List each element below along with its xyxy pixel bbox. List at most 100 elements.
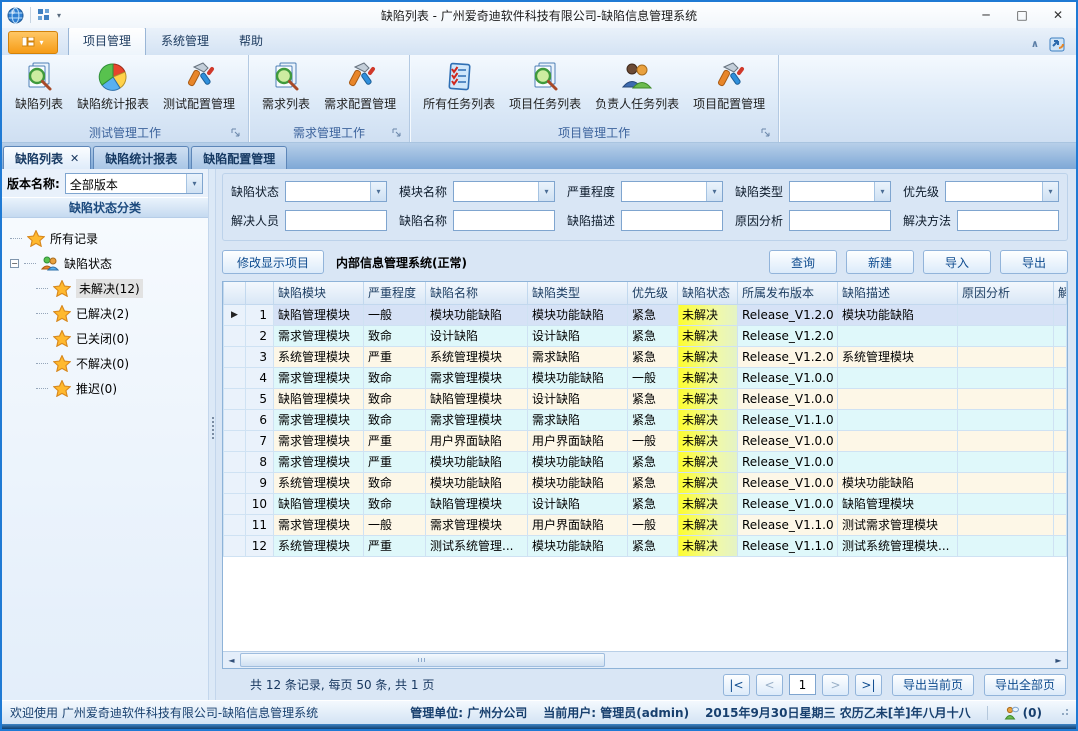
qat-dropdown-icon[interactable]: ▾ (57, 11, 61, 20)
filter-input[interactable] (789, 210, 891, 231)
maximize-button[interactable]: □ (1004, 3, 1040, 27)
expander-minus-icon[interactable]: − (10, 259, 19, 268)
dialog-launcher-icon[interactable] (392, 128, 402, 138)
filter-combo[interactable]: ▾ (453, 181, 555, 202)
table-row[interactable]: 3系统管理模块严重系统管理模块需求缺陷紧急未解决Release_V1.2.0系统… (224, 346, 1067, 367)
modify-columns-button[interactable]: 修改显示项目 (222, 250, 324, 274)
tree-item[interactable]: 所有记录 (10, 226, 208, 251)
chevron-down-icon[interactable]: ▾ (370, 182, 386, 201)
table-row[interactable]: 8需求管理模块严重模块功能缺陷模块功能缺陷紧急未解决Release_V1.0.0 (224, 451, 1067, 472)
table-row[interactable]: 12系统管理模块严重测试系统管理...模块功能缺陷紧急未解决Release_V1… (224, 535, 1067, 556)
tab-close-icon[interactable]: ✕ (70, 152, 79, 165)
defect-grid: 缺陷模块严重程度缺陷名称缺陷类型优先级缺陷状态所属发布版本缺陷描述原因分析解决▶… (222, 281, 1068, 669)
resize-grip[interactable] (1060, 709, 1068, 717)
table-row[interactable]: 7需求管理模块严重用户界面缺陷用户界面缺陷一般未解决Release_V1.0.0 (224, 430, 1067, 451)
filter-input[interactable] (621, 210, 723, 231)
next-page-button[interactable]: > (822, 674, 849, 696)
application-menu-button[interactable]: ▾ (8, 31, 58, 54)
table-row[interactable]: ▶1缺陷管理模块一般模块功能缺陷模块功能缺陷紧急未解决Release_V1.2.… (224, 304, 1067, 325)
row-number-cell: 1 (246, 304, 274, 325)
last-page-button[interactable]: >| (855, 674, 882, 696)
tree-item[interactable]: 已关闭(0) (36, 326, 208, 351)
export-button[interactable]: 导出 (1000, 250, 1068, 274)
filter-combo[interactable]: ▾ (285, 181, 387, 202)
ribbon-button[interactable]: 缺陷统计报表 (70, 58, 156, 114)
table-row[interactable]: 11需求管理模块一般需求管理模块用户界面缺陷一般未解决Release_V1.1.… (224, 514, 1067, 535)
ribbon-button[interactable]: 项目配置管理 (686, 58, 772, 114)
ribbon-tab-3[interactable]: 帮助 (224, 27, 278, 55)
help-icon[interactable] (1049, 36, 1066, 52)
column-header-status[interactable]: 缺陷状态 (678, 282, 738, 304)
version-combo[interactable]: 全部版本 ▾ (65, 173, 203, 194)
ribbon-button[interactable]: 缺陷列表 (8, 58, 70, 114)
new-button[interactable]: 新建 (846, 250, 914, 274)
tree-item[interactable]: 未解决(12) (36, 276, 208, 301)
doc-tab-2[interactable]: 缺陷统计报表 (93, 146, 189, 169)
query-button[interactable]: 查询 (769, 250, 837, 274)
table-row[interactable]: 10缺陷管理模块致命缺陷管理模块设计缺陷紧急未解决Release_V1.0.0缺… (224, 493, 1067, 514)
filter-input[interactable] (957, 210, 1059, 231)
column-header-module[interactable]: 缺陷模块 (274, 282, 364, 304)
scroll-left-icon[interactable]: ◄ (223, 652, 240, 668)
filter-combo[interactable]: ▾ (621, 181, 723, 202)
ribbon-tab-1[interactable]: 项目管理 (68, 27, 146, 55)
ribbon-button[interactable]: 所有任务列表 (416, 58, 502, 114)
tree-item[interactable]: 不解决(0) (36, 351, 208, 376)
dialog-launcher-icon[interactable] (231, 128, 241, 138)
ribbon-button[interactable]: 负责人任务列表 (588, 58, 686, 114)
table-row[interactable]: 5缺陷管理模块致命缺陷管理模块设计缺陷紧急未解决Release_V1.0.0 (224, 388, 1067, 409)
chevron-down-icon[interactable]: ▾ (1042, 182, 1058, 201)
close-button[interactable]: ✕ (1040, 3, 1076, 27)
tree-item[interactable]: −缺陷状态 (10, 251, 208, 276)
table-row[interactable]: 6需求管理模块致命需求管理模块需求缺陷紧急未解决Release_V1.1.0 (224, 409, 1067, 430)
column-header-desc[interactable]: 缺陷描述 (838, 282, 958, 304)
first-page-button[interactable]: |< (723, 674, 750, 696)
doc-tab-1[interactable]: 缺陷列表✕ (3, 146, 91, 169)
ribbon-button[interactable]: 测试配置管理 (156, 58, 242, 114)
column-header-name[interactable]: 缺陷名称 (426, 282, 528, 304)
filter-input[interactable] (285, 210, 387, 231)
filter-combo[interactable]: ▾ (789, 181, 891, 202)
ribbon-tab-2[interactable]: 系统管理 (146, 27, 224, 55)
scrollbar-thumb[interactable] (240, 653, 605, 667)
tree-connector (36, 363, 48, 364)
column-header-cause[interactable]: 原因分析 (958, 282, 1054, 304)
ribbon-button[interactable]: 需求配置管理 (317, 58, 403, 114)
page-number-input[interactable] (789, 674, 816, 695)
minimize-button[interactable]: ─ (968, 3, 1004, 27)
filter-input[interactable] (453, 210, 555, 231)
chevron-down-icon[interactable]: ▾ (706, 182, 722, 201)
ribbon-button[interactable]: 项目任务列表 (502, 58, 588, 114)
chevron-down-icon[interactable]: ▾ (874, 182, 890, 201)
column-header-priority[interactable]: 优先级 (628, 282, 678, 304)
import-button[interactable]: 导入 (923, 250, 991, 274)
chevron-down-icon[interactable]: ▾ (186, 174, 202, 193)
doc-tab-3[interactable]: 缺陷配置管理 (191, 146, 287, 169)
filter-combo[interactable]: ▾ (945, 181, 1059, 202)
collapse-ribbon-icon[interactable]: ∧ (1031, 39, 1039, 50)
app-globe-icon (7, 7, 24, 24)
table-row[interactable]: 2需求管理模块致命设计缺陷设计缺陷紧急未解决Release_V1.2.0 (224, 325, 1067, 346)
message-indicator[interactable]: (0) (1004, 706, 1042, 720)
export-current-page-button[interactable]: 导出当前页 (892, 674, 974, 696)
export-all-pages-button[interactable]: 导出全部页 (984, 674, 1066, 696)
scrollbar-track[interactable] (240, 652, 1050, 668)
tree-item[interactable]: 已解决(2) (36, 301, 208, 326)
table-row[interactable]: 4需求管理模块致命需求管理模块模块功能缺陷一般未解决Release_V1.0.0 (224, 367, 1067, 388)
prev-page-button[interactable]: < (756, 674, 783, 696)
column-header-version[interactable]: 所属发布版本 (738, 282, 838, 304)
column-header-type[interactable]: 缺陷类型 (528, 282, 628, 304)
dialog-launcher-icon[interactable] (761, 128, 771, 138)
column-header-extra[interactable]: 解决 (1054, 282, 1067, 304)
scroll-right-icon[interactable]: ► (1050, 652, 1067, 668)
splitter-grip[interactable] (212, 417, 214, 419)
chevron-down-icon[interactable]: ▾ (538, 182, 554, 201)
tree-item[interactable]: 推迟(0) (36, 376, 208, 401)
cell-cause (958, 304, 1054, 325)
sidebar-splitter[interactable] (208, 169, 216, 700)
column-header-severity[interactable]: 严重程度 (364, 282, 426, 304)
table-row[interactable]: 9系统管理模块致命模块功能缺陷模块功能缺陷紧急未解决Release_V1.0.0… (224, 472, 1067, 493)
layout-grid-icon[interactable] (37, 8, 51, 22)
horizontal-scrollbar[interactable]: ◄ ► (223, 651, 1067, 668)
ribbon-button[interactable]: 需求列表 (255, 58, 317, 114)
